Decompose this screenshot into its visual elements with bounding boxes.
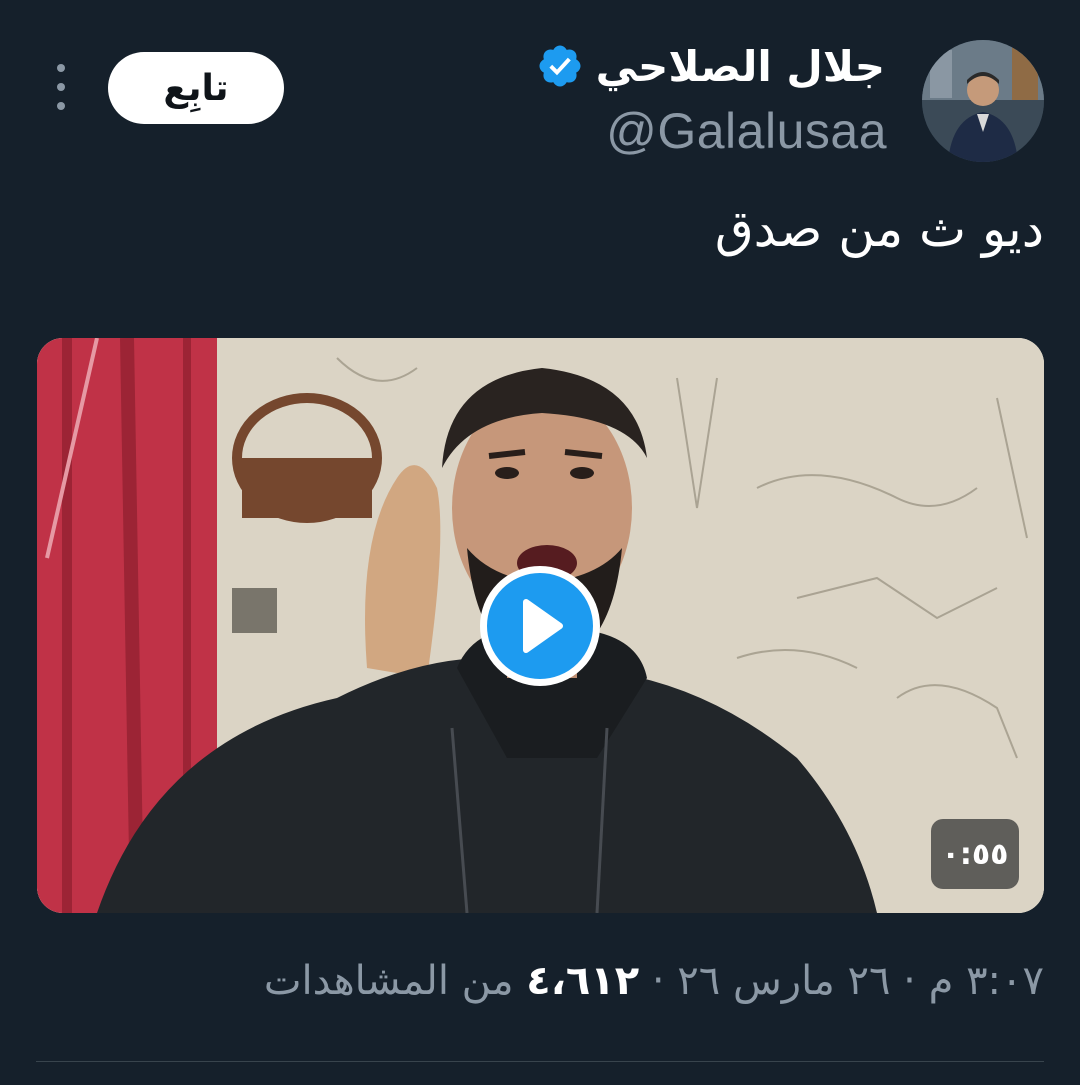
play-button[interactable] (480, 566, 600, 686)
views-count[interactable]: ٤،٦١٢ (526, 958, 639, 1004)
meta-separator: · (651, 958, 665, 1004)
more-dot (57, 102, 65, 110)
tweet-date[interactable]: ٢٦ مارس ٢٦ (677, 958, 890, 1004)
author-handle[interactable]: @Galalusaa (606, 102, 887, 160)
verified-badge-icon (539, 45, 581, 87)
tweet-text: ديو ث من صدق (714, 200, 1044, 258)
play-icon (523, 599, 563, 653)
author-avatar[interactable] (922, 40, 1044, 162)
avatar-image (922, 40, 1044, 162)
more-vertical-icon[interactable] (46, 64, 76, 110)
tweet-page: جلال الصلاحي @Galalusaa تابِع ديو ث من ص… (0, 0, 1080, 1085)
author-name-row[interactable]: جلال الصلاحي (536, 34, 885, 98)
more-dot (57, 64, 65, 72)
video-duration-badge: ٠:٥٥ (931, 819, 1019, 889)
tweet-meta-line: ٣:٠٧ م · ٢٦ مارس ٢٦ · ٤،٦١٢ من المشاهدات (264, 958, 1044, 1004)
meta-separator: · (903, 958, 916, 1004)
author-display-name[interactable]: جلال الصلاحي (596, 42, 885, 91)
divider (36, 1061, 1044, 1062)
views-label: من المشاهدات (263, 958, 514, 1004)
more-dot (57, 83, 65, 91)
follow-button[interactable]: تابِع (108, 52, 284, 124)
tweet-time[interactable]: ٣:٠٧ م (929, 958, 1044, 1004)
